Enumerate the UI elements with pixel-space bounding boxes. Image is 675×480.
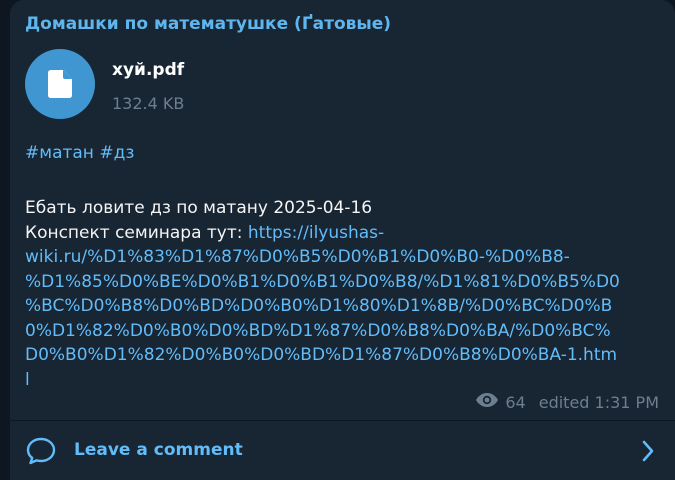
seminar-link-part[interactable]: l [25, 368, 661, 393]
seminar-link-part[interactable]: 0%D1%82%D0%B0%D0%BD%D1%87%D0%B8%D0%BA/%D… [25, 319, 661, 344]
seminar-link-part[interactable]: %BC%D0%B8%D0%BD%D0%B0%D1%80%D1%8B/%D0%BC… [25, 294, 661, 319]
post-meta: 64 edited 1:31 PM [475, 392, 659, 412]
hashtags: #матан #дз [25, 143, 134, 163]
file-name[interactable]: хуй.pdf [112, 60, 184, 80]
hashtag-dz[interactable]: #дз [99, 143, 134, 163]
message-text: Ебать ловите дз по матану 2025-04-16 Кон… [25, 196, 661, 392]
channel-title[interactable]: Домашки по математушке (Ґатовые) [25, 14, 391, 34]
message-line: Ебать ловите дз по матану 2025-04-16 [25, 198, 373, 218]
view-count: 64 [505, 392, 526, 412]
comment-bubble-icon [26, 437, 56, 469]
chevron-right-icon [641, 439, 655, 467]
eye-icon [475, 392, 499, 412]
leave-comment-button[interactable]: Leave a comment [10, 421, 675, 480]
seminar-link-part[interactable]: D0%B0%D1%82%D0%B0%D0%BD%D1%87%D0%B8%D0%B… [25, 343, 661, 368]
document-icon[interactable] [25, 49, 95, 119]
message-line: Конспект семинара тут: https://ilyushas- [25, 221, 661, 246]
message-link-prefix: Конспект семинара тут: [25, 222, 248, 243]
file-size: 132.4 KB [112, 94, 185, 113]
hashtag-matan[interactable]: #матан [25, 143, 94, 163]
edited-timestamp: edited 1:31 PM [538, 392, 659, 412]
seminar-link-part[interactable]: wiki.ru/%D1%83%D1%87%D0%B5%D0%B1%D0%B0-%… [25, 245, 661, 270]
seminar-link-start[interactable]: https://ilyushas- [248, 223, 384, 243]
seminar-link-part[interactable]: %D1%85%D0%BE%D0%B1%D0%B1%D0%B8/%D1%81%D0… [25, 270, 661, 295]
channel-post-bubble: Домашки по математушке (Ґатовые) хуй.pdf… [10, 0, 675, 480]
leave-comment-label: Leave a comment [74, 440, 243, 460]
